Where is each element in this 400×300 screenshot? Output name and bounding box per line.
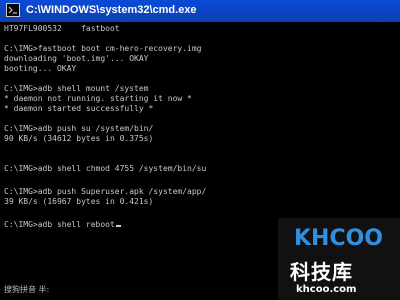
console-line: C:\IMG>fastboot boot cm-hero-recovery.im…: [4, 44, 202, 53]
console-line: 39 KB/s (16967 bytes in 0.421s): [4, 197, 154, 206]
console-line: * daemon started successfully *: [4, 104, 154, 113]
current-command: C:\IMG>adb shell reboot: [4, 220, 115, 229]
watermark-brand: 科技库: [290, 260, 353, 284]
watermark-url: khcoo.com: [296, 284, 357, 295]
console-line: C:\IMG>adb shell chmod 4755 /system/bin/…: [4, 164, 207, 173]
console-line: * daemon not running. starting it now *: [4, 94, 192, 103]
console-line: 90 KB/s (34612 bytes in 0.375s): [4, 134, 154, 143]
ime-status-bar[interactable]: 搜狗拼音 半:: [4, 284, 49, 295]
cmd-icon: [6, 3, 20, 17]
console-line: booting... OKAY: [4, 64, 77, 73]
title-bar[interactable]: C:\WINDOWS\system32\cmd.exe: [0, 0, 400, 22]
console-line: downloading 'boot.img'... OKAY: [4, 54, 149, 63]
console-line: C:\IMG>adb push su /system/bin/: [4, 124, 154, 133]
window-title: C:\WINDOWS\system32\cmd.exe: [26, 4, 197, 16]
prompt-line[interactable]: C:\IMG>adb shell reboot: [4, 220, 121, 230]
khcoo-logo-text: KHCOO: [294, 226, 383, 250]
khcoo-logo: KHCOO: [294, 226, 383, 250]
console-line: HT97FL900532 fastboot: [4, 24, 120, 33]
text-cursor: [115, 225, 121, 227]
console-line: C:\IMG>adb shell mount /system: [4, 84, 149, 93]
console-line: C:\IMG>adb push Superuser.apk /system/ap…: [4, 187, 207, 196]
watermark: KHCOO 科技库 khcoo.com: [278, 218, 400, 300]
